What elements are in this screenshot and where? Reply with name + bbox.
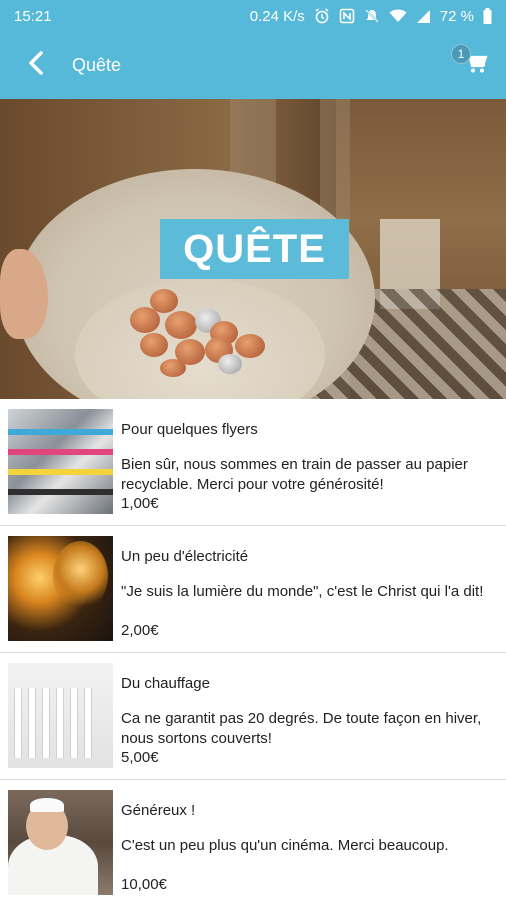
nfc-icon: [339, 8, 355, 24]
coin-graphic: [160, 359, 186, 377]
app-bar: Quête 1: [0, 32, 506, 99]
item-name: Du chauffage: [121, 675, 210, 692]
list-item[interactable]: Généreux ! C'est un peu plus qu'un ciném…: [0, 780, 506, 900]
network-speed: 0.24 K/s: [249, 7, 305, 25]
battery-percent: 72 %: [439, 7, 474, 25]
status-bar: 15:21 0.24 K/s 72 %: [0, 0, 506, 32]
item-description: C'est un peu plus qu'un cinéma. Merci be…: [121, 837, 449, 854]
item-description: Bien sûr, nous sommes en train de passer…: [121, 456, 468, 493]
coin-graphic: [165, 311, 197, 339]
list-item[interactable]: Pour quelques flyers Bien sûr, nous somm…: [0, 399, 506, 526]
coin-graphic: [235, 334, 265, 358]
list-item[interactable]: Du chauffage Ca ne garantit pas 20 degré…: [0, 653, 506, 780]
pope-thumbnail: [8, 790, 113, 895]
printing-press-thumbnail: [8, 409, 113, 514]
item-name: Pour quelques flyers: [121, 421, 258, 438]
page-title: Quête: [72, 55, 122, 75]
alarm-icon: [314, 8, 330, 24]
wifi-icon: [389, 9, 407, 23]
item-description: "Je suis la lumière du monde", c'est le …: [121, 583, 484, 600]
bowl-inner-graphic: [75, 279, 325, 399]
item-name: Généreux !: [121, 802, 196, 819]
coin-graphic: [130, 307, 160, 333]
mute-icon: [364, 8, 380, 24]
item-price: 10,00€: [121, 876, 167, 893]
item-price: 5,00€: [121, 749, 159, 766]
coin-graphic: [218, 354, 242, 374]
item-price: 1,00€: [121, 495, 159, 512]
item-price: 2,00€: [121, 622, 159, 639]
back-button[interactable]: [0, 32, 72, 99]
coin-graphic: [140, 333, 168, 357]
item-name: Un peu d'électricité: [121, 548, 249, 565]
battery-icon: [483, 8, 492, 24]
status-time: 15:21: [14, 7, 52, 25]
hero-banner: QUÊTE: [0, 99, 506, 399]
hero-title: QUÊTE: [160, 219, 349, 279]
item-description: Ca ne garantit pas 20 degrés. De toute f…: [121, 710, 482, 747]
list-item[interactable]: Un peu d'électricité "Je suis la lumière…: [0, 526, 506, 653]
radiator-thumbnail: [8, 663, 113, 768]
back-arrow-icon: [26, 51, 46, 80]
status-right: 0.24 K/s 72 %: [250, 8, 492, 25]
cart-button[interactable]: 1: [446, 32, 506, 99]
signal-icon: [416, 9, 431, 24]
donation-list: Pour quelques flyers Bien sûr, nous somm…: [0, 399, 506, 900]
cart-count-badge: 1: [451, 44, 471, 64]
light-bulb-thumbnail: [8, 536, 113, 641]
